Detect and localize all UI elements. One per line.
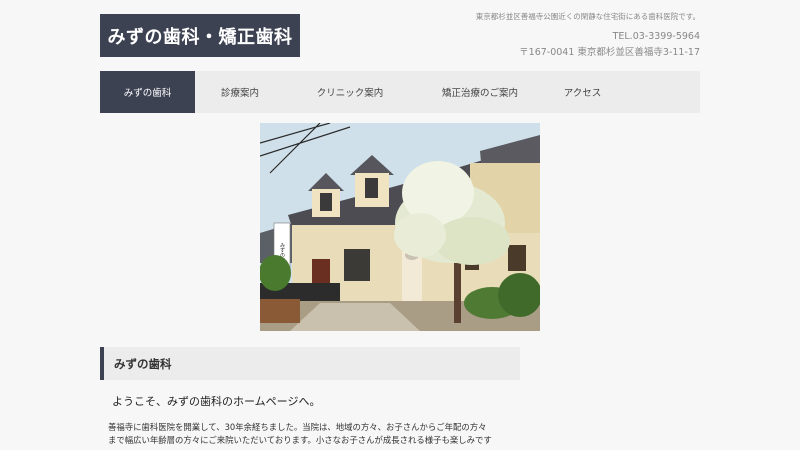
site-logo[interactable]: みずの歯科・矯正歯科 bbox=[100, 14, 300, 57]
clinic-address: 〒167-0041 東京都杉並区善福寺3-11-17 bbox=[519, 47, 700, 58]
section-heading-text: みずの歯科 bbox=[114, 356, 172, 371]
logo-text: みずの歯科・矯正歯科 bbox=[107, 26, 293, 48]
clinic-building-photo: みずの歯科 bbox=[260, 123, 540, 331]
intro-line-2: まで幅広い年齢層の方々にご来院いただいております。小さなお子さんが成長される様子… bbox=[108, 434, 492, 445]
nav-item-access[interactable]: アクセス bbox=[545, 71, 620, 113]
nav-item-clinic[interactable]: クリニック案内 bbox=[285, 71, 415, 113]
main-nav: みずの歯科 診療案内 クリニック案内 矯正治療のご案内 アクセス bbox=[100, 71, 700, 113]
nav-item-orthodontics[interactable]: 矯正治療のご案内 bbox=[415, 71, 545, 113]
site-tagline: 東京都杉並区善福寺公園近くの閑静な住宅街にある歯科医院です。 bbox=[475, 12, 700, 21]
section-heading: みずの歯科 bbox=[100, 347, 520, 380]
intro-line-1: 善福寺に歯科医院を開業して、30年余経ちました。当院は、地域の方々、お子さんから… bbox=[108, 422, 487, 432]
welcome-message: ようこそ、みずの歯科のホームページへ。 bbox=[112, 395, 321, 408]
nav-item-home[interactable]: みずの歯科 bbox=[100, 71, 195, 113]
nav-item-treatment[interactable]: 診療案内 bbox=[195, 71, 285, 113]
phone-number[interactable]: TEL.03-3399-5964 bbox=[613, 31, 700, 42]
intro-paragraph: 善福寺に歯科医院を開業して、30年余経ちました。当院は、地域の方々、お子さんから… bbox=[108, 421, 513, 446]
